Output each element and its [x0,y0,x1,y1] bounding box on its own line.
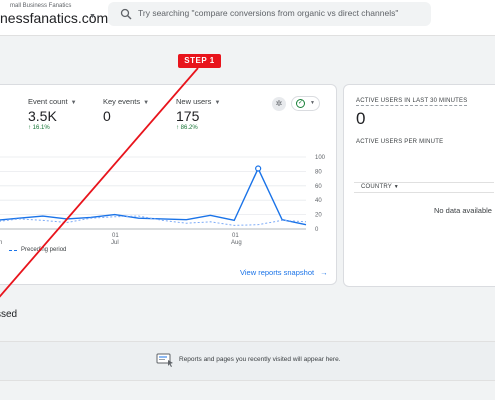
dashed-line-icon [9,249,17,251]
series-current-line [0,166,307,226]
check-circle-icon: ✓ [296,99,305,108]
metric-change: ↑ 16.1% [28,125,50,131]
caret-down-icon: ▼ [393,184,399,190]
realtime-per-minute-label: ACTIVE USERS PER MINUTE [356,139,444,145]
metric-caret-icon[interactable]: ▼ [71,100,77,106]
x-tick-sublabel: Jul [111,240,119,246]
top-header: mall Business Fanatics nessfanatics.com … [0,0,495,36]
realtime-value: 0 [356,109,366,128]
metric-tab-event-count[interactable]: Event count ▼ 3.5K ↑ 16.1% [28,97,77,131]
y-tick-label: 0 [315,227,319,233]
country-column-header[interactable]: COUNTRY ▼ [361,184,399,190]
realtime-title[interactable]: ACTIVE USERS IN LAST 30 MINUTES [356,98,468,106]
step-1-badge: STEP 1 [178,54,221,68]
series-preceding-line [0,215,307,226]
snapshot-link-label: View reports snapshot [240,268,315,277]
x-tick-label: 01 [232,233,239,239]
account-parent-label: mall Business Fanatics [10,3,72,9]
chart-legend: Preceding period [5,247,66,253]
metric-label: Key events [103,97,141,106]
realtime-card: ACTIVE USERS IN LAST 30 MINUTES 0 ACTIVE… [343,84,495,287]
metric-tab-new-users[interactable]: New users ▼ 175 ↑ 86.2% [176,97,220,131]
view-reports-snapshot-link[interactable]: View reports snapshot → [240,268,328,277]
overview-card: Event count ▼ 3.5K ↑ 16.1% Key events ▼ 0 … [0,84,337,285]
metric-change: ↑ 86.2% [176,125,198,131]
country-label: COUNTRY [361,184,392,190]
y-tick-label: 60 [315,184,322,190]
x-tick-sublabel: Aug [231,240,242,246]
recent-pages-icon [156,353,173,367]
metric-label: Event count [28,97,68,106]
legend-preceding-label: Preceding period [21,247,67,253]
search-bar[interactable]: Try searching "compare conversions from … [108,2,431,26]
y-tick-label: 100 [315,155,326,161]
line-chart: 02040608010001Jul01Augn [0,155,326,246]
divider [354,182,494,183]
y-tick-label: 20 [315,213,322,219]
no-data-message: No data available [434,206,492,215]
metric-value: 3.5K [28,108,57,124]
status-dropdown[interactable]: ✓ ▼ [291,96,320,111]
y-tick-label: 40 [315,198,322,204]
metric-caret-icon[interactable]: ▼ [143,100,149,106]
arrow-right-icon: → [320,268,328,277]
recently-accessed-message: Reports and pages you recently visited w… [179,356,341,363]
peak-point[interactable] [255,165,262,172]
y-tick-label: 80 [315,169,322,175]
insights-icon[interactable]: ✲ [272,97,286,111]
recently-accessed-title: ssed [0,309,18,320]
recently-accessed-panel: Reports and pages you recently visited w… [0,341,495,381]
metric-tab-key-events[interactable]: Key events ▼ 0 [103,97,149,125]
metric-caret-icon[interactable]: ▼ [214,100,220,106]
metric-label: New users [176,97,212,106]
metric-value: 0 [103,108,111,124]
chevron-down-icon: ▼ [310,100,315,106]
account-caret-icon[interactable]: ▼ [89,13,96,20]
search-icon [120,8,132,20]
divider [354,192,494,193]
metric-value: 175 [176,108,200,124]
x-tick-sublabel: n [0,240,2,246]
search-placeholder: Try searching "compare conversions from … [138,8,399,18]
x-tick-label: 01 [112,233,119,239]
